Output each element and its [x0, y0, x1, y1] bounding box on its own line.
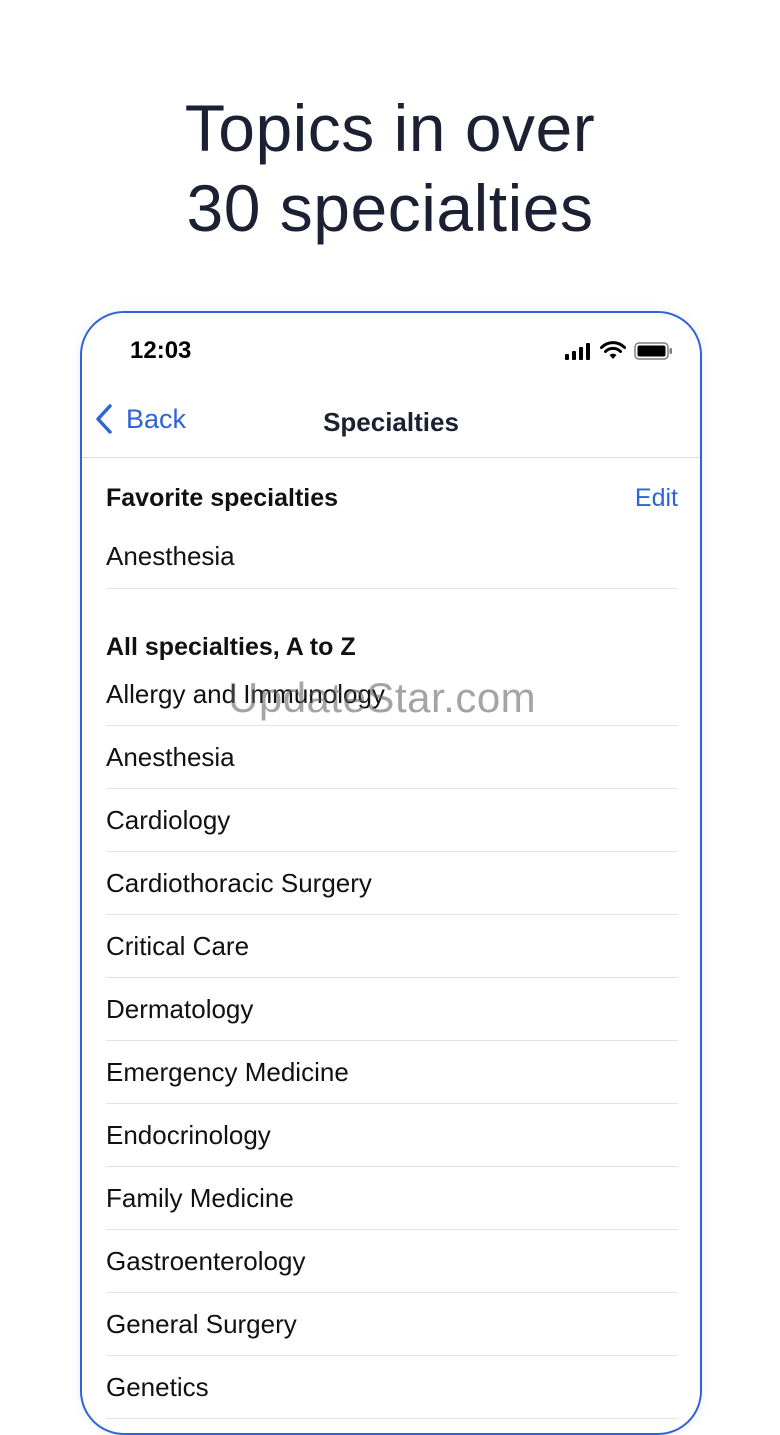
- list-item[interactable]: Family Medicine: [106, 1167, 678, 1230]
- page-title: Specialties: [323, 407, 459, 437]
- all-specialties-header: All specialties, A to Z: [106, 633, 356, 661]
- status-bar: 12:03: [82, 313, 700, 393]
- list-item[interactable]: Allergy and Immunology: [106, 663, 678, 726]
- wifi-icon: [600, 341, 626, 359]
- favorites-header: Favorite specialties Edit: [106, 484, 678, 524]
- specialties-list: Favorite specialties Edit Anesthesia All…: [106, 458, 678, 1419]
- all-specialties-list: Allergy and Immunology Anesthesia Cardio…: [106, 663, 678, 1419]
- battery-icon: [634, 342, 672, 360]
- list-item[interactable]: Critical Care: [106, 915, 678, 978]
- status-time: 12:03: [130, 337, 192, 364]
- status-icons: [564, 341, 674, 361]
- list-item[interactable]: Dermatology: [106, 978, 678, 1041]
- headline-line-1: Topics in over: [184, 91, 596, 165]
- headline: Topics in over 30 specialties: [0, 88, 780, 248]
- headline-line-2: 30 specialties: [186, 171, 594, 245]
- list-item[interactable]: Anesthesia: [106, 726, 678, 789]
- navigation-bar: Back Specialties: [82, 393, 700, 458]
- list-item[interactable]: Genetics: [106, 1356, 678, 1419]
- cellular-signal-icon: [565, 343, 590, 360]
- phone-frame: 12:03 Back Specialties Favorite specialt…: [80, 311, 702, 1435]
- list-item[interactable]: Cardiothoracic Surgery: [106, 852, 678, 915]
- list-item[interactable]: Cardiology: [106, 789, 678, 852]
- list-item[interactable]: Gastroenterology: [106, 1230, 678, 1293]
- list-item[interactable]: Endocrinology: [106, 1104, 678, 1167]
- favorites-list: Anesthesia: [106, 524, 678, 589]
- list-item[interactable]: General Surgery: [106, 1293, 678, 1356]
- list-item[interactable]: Anesthesia: [106, 524, 678, 589]
- list-item[interactable]: Emergency Medicine: [106, 1041, 678, 1104]
- edit-button[interactable]: Edit: [635, 484, 678, 513]
- favorites-header-label: Favorite specialties: [106, 484, 339, 512]
